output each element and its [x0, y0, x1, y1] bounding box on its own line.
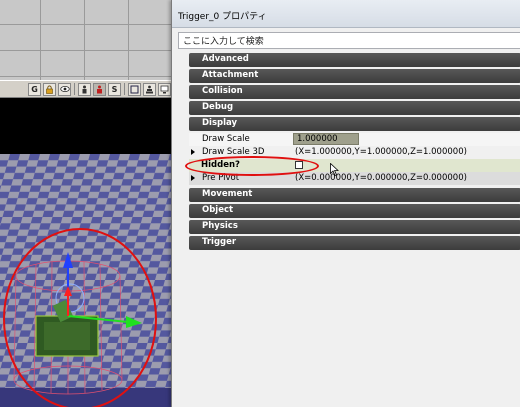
toolbar-separator: [124, 83, 125, 95]
window-title: Trigger_0 プロパティ: [178, 12, 267, 22]
property-list: Advanced Attachment Collision Debug Disp…: [189, 53, 520, 252]
top-orthographic-grid[interactable]: [0, 0, 175, 80]
window-title-bar[interactable]: Trigger_0 プロパティ: [172, 0, 520, 28]
lock-icon[interactable]: [43, 82, 56, 96]
toolbar-separator: [74, 83, 75, 95]
property-label: Draw Scale: [202, 134, 250, 144]
expand-arrow-icon[interactable]: [191, 149, 195, 155]
viewport-black-background: [0, 98, 175, 154]
category-debug[interactable]: Debug: [189, 101, 520, 115]
property-draw-scale: Draw Scale 1.000000: [189, 133, 520, 146]
search-input[interactable]: [183, 35, 520, 45]
expand-arrow-icon[interactable]: [191, 175, 195, 181]
pawn-icon[interactable]: [143, 82, 156, 96]
category-object[interactable]: Object: [189, 204, 520, 218]
box-icon[interactable]: [128, 82, 141, 96]
g-toggle-button[interactable]: G: [28, 82, 41, 96]
select-icon[interactable]: [93, 82, 106, 96]
properties-window: Trigger_0 プロパティ Advanced Attachment Coll…: [171, 0, 520, 407]
category-collision[interactable]: Collision: [189, 85, 520, 99]
actor-icon[interactable]: [78, 82, 91, 96]
editor-viewport[interactable]: G S: [0, 0, 175, 407]
category-movement[interactable]: Movement: [189, 188, 520, 202]
category-advanced[interactable]: Advanced: [189, 53, 520, 67]
eye-icon[interactable]: [58, 82, 71, 96]
viewport-toolbar: G S: [0, 80, 175, 98]
monitor-icon[interactable]: [158, 82, 171, 96]
property-value: (X=1.000000,Y=1.000000,Z=1.000000): [295, 147, 467, 157]
perspective-scene: [0, 154, 175, 407]
annotation-red-oval: [185, 156, 319, 176]
perspective-viewport[interactable]: [0, 154, 175, 407]
draw-scale-field[interactable]: 1.000000: [293, 133, 359, 145]
s-toggle-button[interactable]: S: [108, 82, 121, 96]
category-display[interactable]: Display: [189, 117, 520, 131]
mouse-cursor-icon: [330, 163, 339, 176]
property-value: (X=0.000000,Y=0.000000,Z=0.000000): [295, 173, 467, 183]
search-box[interactable]: [178, 32, 520, 49]
category-physics[interactable]: Physics: [189, 220, 520, 234]
category-trigger[interactable]: Trigger: [189, 236, 520, 250]
category-attachment[interactable]: Attachment: [189, 69, 520, 83]
